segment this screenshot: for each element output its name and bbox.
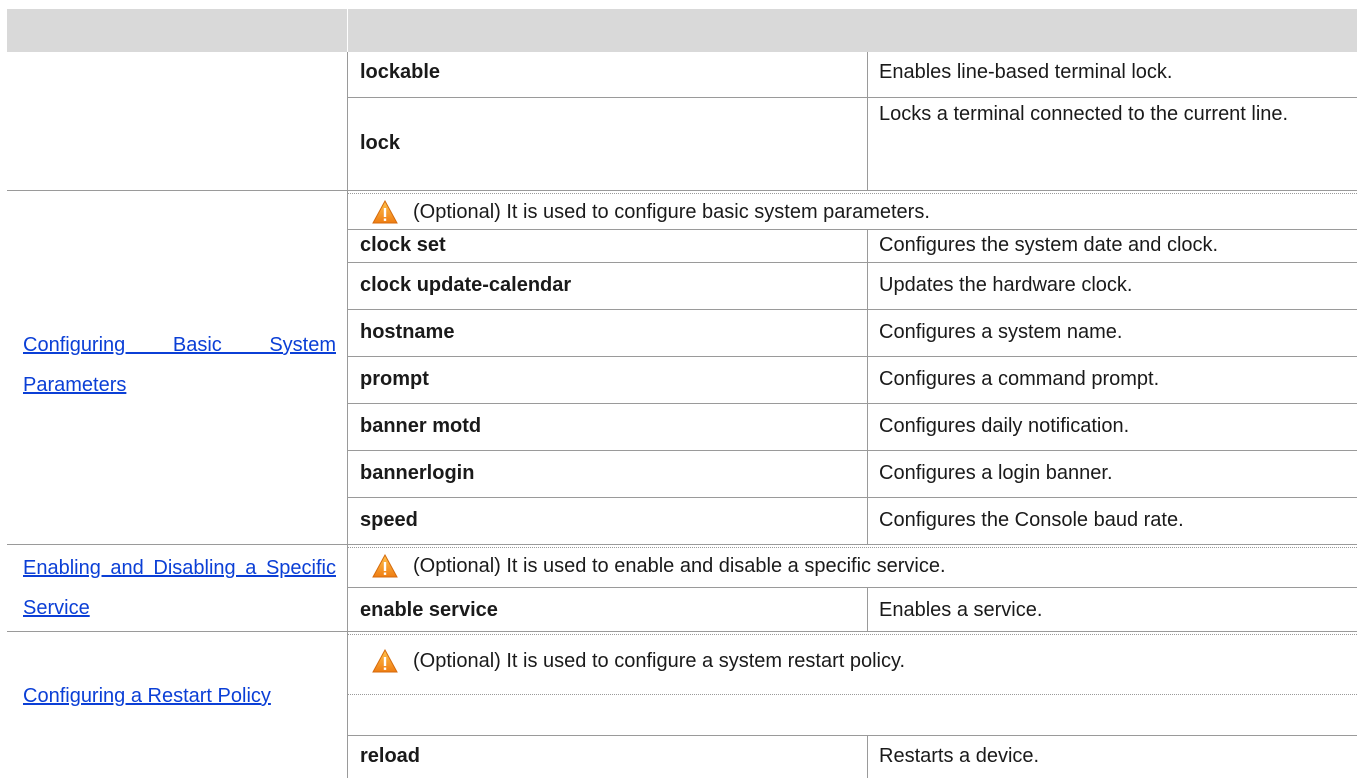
description-cell: Configures a login banner. — [879, 462, 1113, 484]
command-cell: reload — [360, 745, 421, 767]
command-cell: lock — [360, 132, 401, 154]
command-cell: bannerlogin — [360, 462, 475, 484]
command-cell: banner motd — [360, 415, 482, 437]
warning-triangle-icon — [372, 554, 398, 578]
row-divider — [347, 356, 1357, 357]
description-cell: Enables a service. — [879, 599, 1043, 621]
optional-note: (Optional) It is used to enable and disa… — [372, 550, 946, 582]
command-cell: speed — [360, 509, 418, 531]
note-text: (Optional) It is used to configure basic… — [413, 200, 930, 223]
note-divider — [347, 547, 1357, 548]
link-configuring-restart-policy[interactable]: Configuring a Restart Policy — [23, 676, 336, 716]
command-cell: hostname — [360, 321, 455, 343]
note-divider — [347, 694, 1357, 695]
description-cell: Configures a system name. — [879, 321, 1123, 343]
command-cell: lockable — [360, 61, 441, 83]
section-divider — [7, 190, 1357, 191]
optional-note: (Optional) It is used to configure a sys… — [372, 645, 905, 677]
command-cell: clock set — [360, 234, 446, 256]
section-divider — [7, 544, 1357, 545]
command-cell: clock update-calendar — [360, 274, 572, 296]
description-cell: Updates the hardware clock. — [879, 274, 1133, 296]
description-cell: Configures daily notification. — [879, 415, 1130, 437]
section-divider — [7, 631, 1357, 632]
row-divider — [347, 450, 1357, 451]
header-divider — [347, 9, 348, 52]
description-cell: Configures the system date and clock. — [879, 234, 1219, 256]
column-divider-mid-3 — [867, 587, 868, 631]
description-cell: Configures the Console baud rate. — [879, 509, 1184, 531]
config-task-table: lockable Enables line-based terminal loc… — [0, 0, 1357, 778]
link-enabling-disabling-service[interactable]: Enabling and Disabling a Specific Servic… — [23, 548, 336, 628]
column-divider-left — [347, 52, 348, 778]
note-divider — [347, 634, 1357, 635]
row-divider — [347, 587, 1357, 588]
row-divider — [347, 262, 1357, 263]
row-divider — [347, 735, 1357, 736]
row-divider — [347, 309, 1357, 310]
note-text: (Optional) It is used to configure a sys… — [413, 649, 906, 672]
command-cell: enable service — [360, 599, 498, 621]
optional-note: (Optional) It is used to configure basic… — [372, 196, 930, 228]
description-cell: Restarts a device. — [879, 745, 1040, 767]
link-configuring-basic-system-parameters[interactable]: Configuring Basic System Parameters — [23, 325, 336, 405]
note-text: (Optional) It is used to enable and disa… — [413, 554, 946, 577]
table-header — [7, 9, 1357, 52]
command-cell: prompt — [360, 368, 429, 390]
note-divider — [347, 193, 1357, 194]
warning-triangle-icon — [372, 200, 398, 224]
description-cell: Configures a command prompt. — [879, 368, 1160, 390]
row-divider — [347, 403, 1357, 404]
description-cell: Locks a terminal connected to the curren… — [879, 103, 1289, 125]
warning-triangle-icon — [372, 649, 398, 673]
column-divider-mid-4 — [867, 735, 868, 778]
description-cell: Enables line-based terminal lock. — [879, 61, 1173, 83]
row-divider — [347, 497, 1357, 498]
column-divider-mid-1 — [867, 52, 868, 190]
